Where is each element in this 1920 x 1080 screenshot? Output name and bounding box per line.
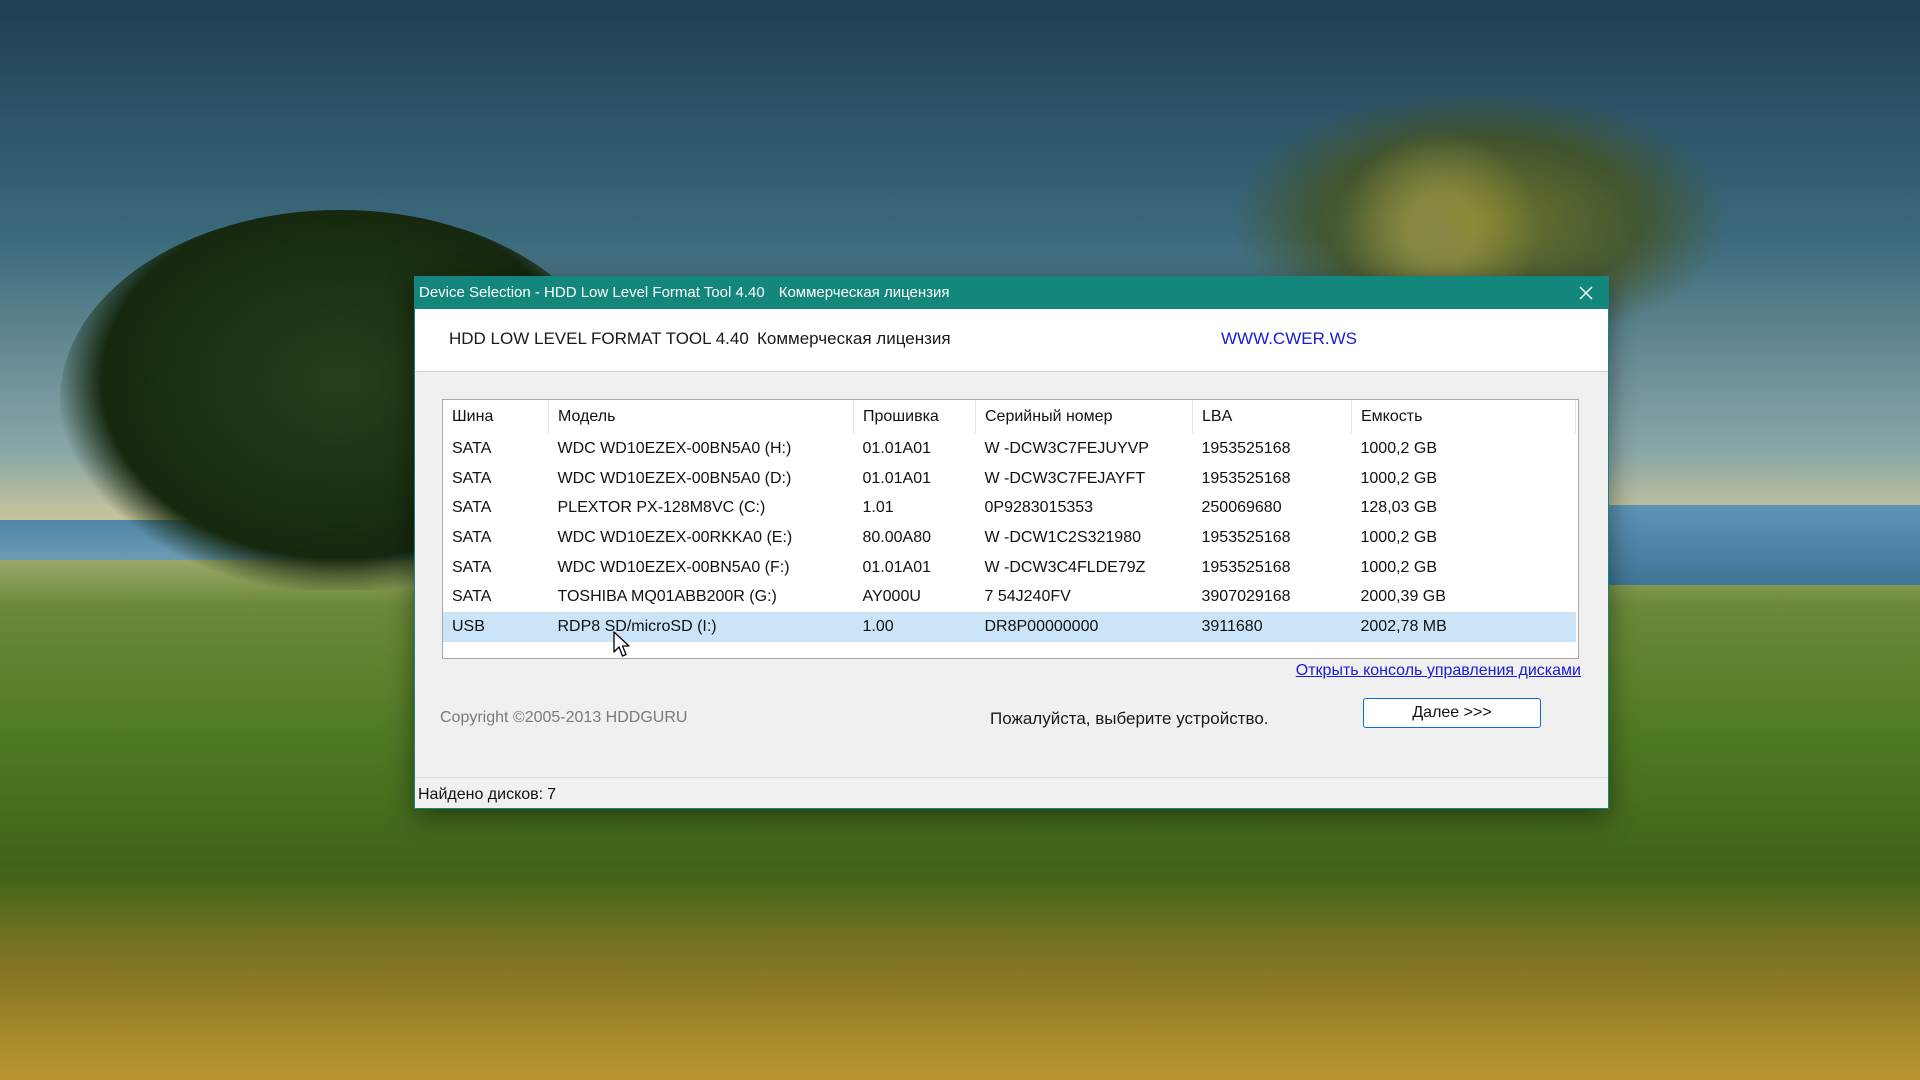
cell-firmware: 01.01A01 [862, 439, 932, 457]
cell-firmware: 01.01A01 [862, 558, 932, 576]
title-bar[interactable]: Device Selection - HDD Low Level Format … [415, 277, 1608, 309]
close-icon [1579, 286, 1593, 300]
device-list[interactable]: Шина Модель Прошивка Серийный номер LBA … [442, 399, 1579, 659]
cell-bus: SATA [452, 528, 492, 546]
wallpaper-sea-right [1560, 505, 1920, 585]
column-header-model[interactable]: Модель [548, 400, 854, 434]
table-row[interactable]: SATA TOSHIBA MQ01ABB200R (G:) AY000U 7 5… [443, 582, 1576, 612]
device-table: Шина Модель Прошивка Серийный номер LBA … [443, 400, 1576, 642]
cell-lba: 3911680 [1192, 612, 1352, 642]
website-link[interactable]: WWW.CWER.WS [1221, 329, 1357, 349]
cell-serial: W -DCW1C2S321980 [984, 528, 1142, 546]
cell-capacity: 2002,78 MB [1351, 612, 1576, 642]
cell-model: PLEXTOR PX-128M8VC (C:) [557, 499, 766, 517]
cell-capacity: 128,03 GB [1360, 499, 1438, 517]
copyright-text: Copyright ©2005-2013 HDDGURU [440, 709, 688, 726]
select-device-prompt: Пожалуйста, выберите устройство. [990, 709, 1269, 728]
cell-lba: 250069680 [1201, 499, 1282, 517]
disks-found-count: 7 [547, 786, 557, 803]
cell-lba: 1953525168 [1201, 558, 1291, 576]
cell-model: RDP8 SD/microSD (I:) [548, 612, 854, 642]
column-header-lba[interactable]: LBA [1192, 400, 1352, 434]
window-title-text: Device Selection - HDD Low Level Format … [419, 284, 765, 301]
cell-bus: SATA [452, 469, 492, 487]
app-name: HDD LOW LEVEL FORMAT TOOL 4.40 [449, 329, 749, 348]
cell-bus: USB [443, 612, 549, 642]
cell-lba: 3907029168 [1201, 588, 1291, 606]
license-label: Коммерческая лицензия [757, 329, 951, 348]
cell-serial: 0P9283015353 [984, 499, 1094, 517]
table-header-row: Шина Модель Прошивка Серийный номер LBA … [443, 400, 1576, 434]
content-area: Шина Модель Прошивка Серийный номер LBA … [415, 372, 1608, 778]
cell-bus: SATA [452, 558, 492, 576]
cell-serial: DR8P00000000 [975, 612, 1193, 642]
cell-firmware: AY000U [862, 588, 921, 606]
disks-found-label: Найдено дисков: [418, 786, 544, 803]
cell-bus: SATA [452, 499, 492, 517]
cell-capacity: 1000,2 GB [1360, 528, 1438, 546]
cell-capacity: 1000,2 GB [1360, 469, 1438, 487]
close-button[interactable] [1564, 277, 1608, 309]
cell-lba: 1953525168 [1201, 469, 1291, 487]
next-button[interactable]: Далее >>> [1363, 698, 1541, 728]
cell-bus: SATA [452, 439, 492, 457]
table-row[interactable]: SATA WDC WD10EZEX-00BN5A0 (F:) 01.01A01 … [443, 553, 1576, 583]
cell-firmware: 1.01 [862, 499, 894, 517]
column-header-capacity[interactable]: Емкость [1351, 400, 1576, 434]
status-bar: Найдено дисков: 7 [415, 777, 1608, 808]
cell-bus: SATA [452, 588, 492, 606]
cell-serial: 7 54J240FV [984, 588, 1071, 606]
cell-firmware: 80.00A80 [862, 528, 932, 546]
cell-serial: W -DCW3C7FEJUYVP [984, 439, 1149, 457]
cell-firmware: 1.00 [853, 612, 976, 642]
cell-model: WDC WD10EZEX-00BN5A0 (D:) [557, 469, 792, 487]
cell-firmware: 01.01A01 [862, 469, 932, 487]
mouse-cursor-icon [613, 631, 630, 657]
cell-serial: W -DCW3C7FEJAYFT [984, 469, 1146, 487]
cell-model: TOSHIBA MQ01ABB200R (G:) [557, 588, 777, 606]
table-row[interactable]: SATA WDC WD10EZEX-00BN5A0 (D:) 01.01A01 … [443, 464, 1576, 494]
window-title: Device Selection - HDD Low Level Format … [419, 284, 964, 301]
column-header-bus[interactable]: Шина [443, 400, 549, 434]
window-title-license: Коммерческая лицензия [778, 284, 950, 301]
table-row[interactable]: SATA PLEXTOR PX-128M8VC (C:) 1.01 0P9283… [443, 493, 1576, 523]
cell-capacity: 1000,2 GB [1360, 439, 1438, 457]
cell-lba: 1953525168 [1201, 439, 1291, 457]
device-selection-window: Device Selection - HDD Low Level Format … [414, 276, 1609, 809]
cell-model: WDC WD10EZEX-00BN5A0 (H:) [557, 439, 792, 457]
column-header-firmware[interactable]: Прошивка [853, 400, 976, 434]
cell-model: WDC WD10EZEX-00RKKA0 (E:) [557, 528, 793, 546]
cell-model: WDC WD10EZEX-00BN5A0 (F:) [557, 558, 790, 576]
disks-found-status: Найдено дисков: 7 [418, 786, 556, 804]
cell-lba: 1953525168 [1201, 528, 1291, 546]
wallpaper-grass [0, 880, 1920, 1080]
cell-capacity: 1000,2 GB [1360, 558, 1438, 576]
column-header-serial[interactable]: Серийный номер [975, 400, 1193, 434]
table-row[interactable]: SATA WDC WD10EZEX-00RKKA0 (E:) 80.00A80 … [443, 523, 1576, 553]
cell-capacity: 2000,39 GB [1360, 588, 1446, 606]
disk-management-link[interactable]: Открыть консоль управления дисками [1296, 662, 1581, 680]
cell-serial: W -DCW3C4FLDE79Z [984, 558, 1146, 576]
table-row[interactable]: SATA WDC WD10EZEX-00BN5A0 (H:) 01.01A01 … [443, 434, 1576, 464]
app-header: HDD LOW LEVEL FORMAT TOOL 4.40 Коммерчес… [415, 309, 1608, 372]
